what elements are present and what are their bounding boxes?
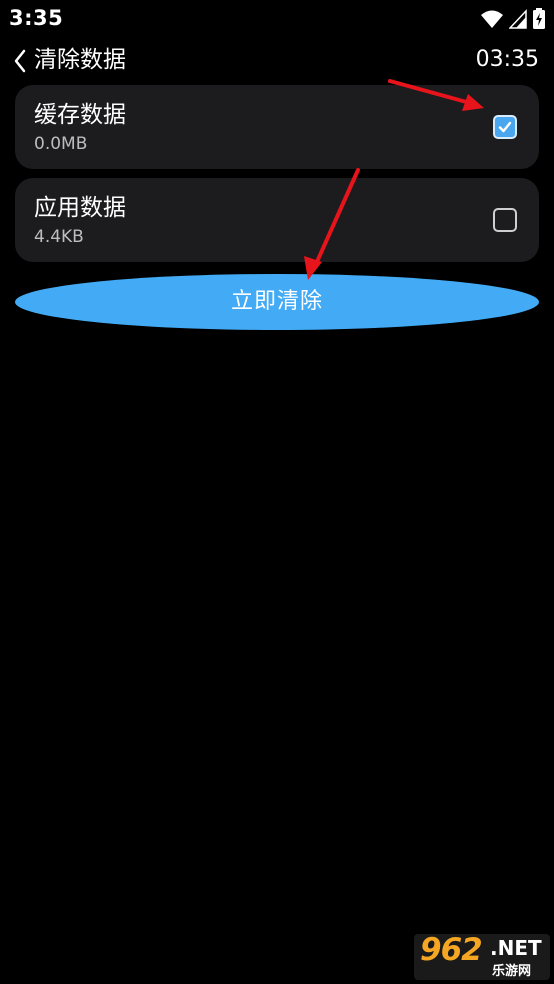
clear-now-button[interactable]: 立即清除 [15, 274, 539, 330]
status-bar: 3:35 [0, 0, 554, 38]
item-size: 4.4KB [34, 227, 84, 247]
checkmark-icon [498, 121, 512, 133]
cell-signal-icon [508, 9, 527, 29]
status-icons [480, 8, 546, 30]
item-size: 0.0MB [34, 134, 88, 154]
watermark-suffix: .NET [490, 936, 542, 960]
watermark-digits: 962 [420, 934, 483, 968]
cache-data-checkbox[interactable] [493, 115, 517, 139]
app-data-checkbox[interactable] [493, 208, 517, 232]
page-title: 清除数据 [34, 47, 126, 73]
status-time: 3:35 [9, 6, 64, 30]
item-title: 缓存数据 [34, 102, 126, 128]
watermark-logo: 962 .NET 乐游网 [414, 934, 550, 980]
watermark-text: 乐游网 [492, 964, 532, 979]
header-clock: 03:35 [475, 47, 539, 72]
wifi-icon [480, 10, 503, 28]
battery-charging-icon [533, 8, 545, 29]
item-title: 应用数据 [34, 195, 126, 221]
header: 清除数据 03:35 [0, 42, 554, 80]
app-data-item[interactable]: 应用数据 4.4KB [15, 178, 539, 262]
cache-data-item[interactable]: 缓存数据 0.0MB [15, 85, 539, 169]
chevron-left-icon[interactable] [12, 48, 28, 74]
